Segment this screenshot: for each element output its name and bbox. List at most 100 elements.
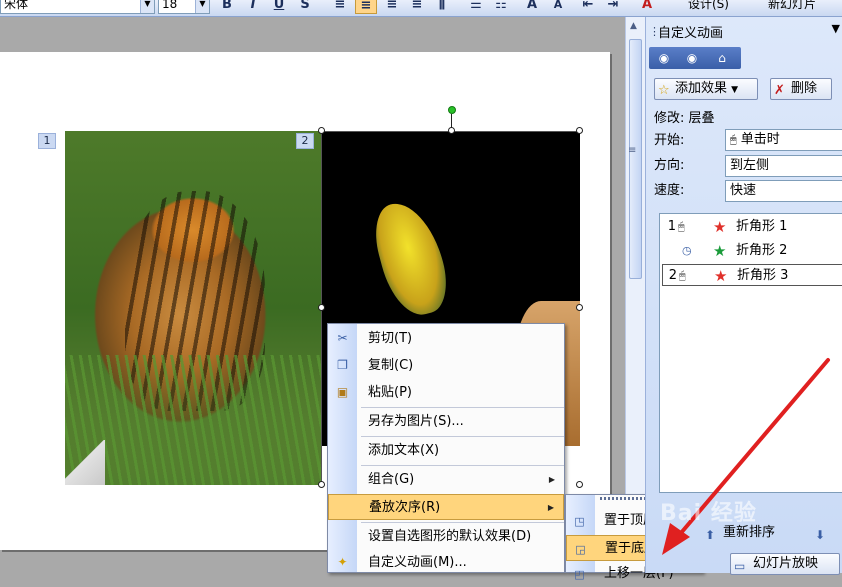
justify-icon[interactable]: ≡ [407, 0, 427, 14]
bullet-list-icon[interactable]: ☷ [491, 0, 511, 14]
menu-item-default-effect[interactable]: 设置自选图形的默认效果(D) [328, 524, 564, 550]
slideshow-label: 幻灯片放映 [753, 556, 819, 571]
align-left-icon[interactable]: ≡ [330, 0, 350, 14]
underline-button[interactable]: U [270, 0, 288, 14]
menu-item-custom-animation[interactable]: ✦ 自定义动画(M)... [328, 550, 564, 576]
align-right-icon[interactable]: ≡ [382, 0, 402, 14]
bring-to-front-icon: ◳ [574, 515, 585, 528]
effect-star-icon: ★ [713, 218, 727, 236]
font-name-combo[interactable]: 宋体 ▼ [0, 0, 155, 14]
menu-item-label: 叠放次序(R) [369, 500, 441, 515]
context-menu: ✂ 剪切(T) ❐ 复制(C) ▣ 粘贴(P) 另存为图片(S)... 添加文本… [327, 323, 565, 573]
font-size-value: 18 [162, 0, 178, 11]
speed-select[interactable]: 快速 [725, 180, 842, 202]
increase-indent-icon[interactable]: ⇥ [603, 0, 623, 14]
shadow-button[interactable]: S [296, 0, 314, 14]
pane-title-text: 自定义动画 [658, 26, 724, 41]
animation-name: 折角形 2 [736, 243, 788, 258]
formatting-toolbar: 宋体 ▼ 18 ▼ B I U S ≡ ≡ ≡ ≡ ⫼ ☰ ☷ A A ⇤ ⇥ … [0, 0, 842, 17]
resize-handle[interactable] [576, 304, 583, 311]
new-slide-button[interactable]: 新幻灯片 [768, 0, 816, 14]
bold-button[interactable]: B [218, 0, 236, 14]
copy-icon: ❐ [337, 358, 348, 372]
animation-badge: 1 [38, 133, 56, 149]
home-icon[interactable]: ⌂ [713, 50, 731, 66]
decrease-font-icon[interactable]: A [548, 0, 568, 14]
menu-separator [361, 465, 564, 466]
animation-item[interactable]: 2 🖱 ★ 折角形 3 [662, 264, 842, 286]
menu-item-save-as-picture[interactable]: 另存为图片(S)... [328, 409, 564, 435]
italic-button[interactable]: I [244, 0, 262, 14]
menu-item-label: 复制(C) [368, 358, 414, 373]
menu-item-group[interactable]: 组合(G) ▶ [328, 467, 564, 493]
chevron-down-icon[interactable]: ▼ [140, 0, 154, 13]
animation-name: 折角形 3 [737, 268, 789, 283]
bring-forward-icon: ◰ [574, 568, 585, 581]
add-effect-button[interactable]: ☆ 添加效果 ▼ [654, 78, 758, 100]
add-effect-label: 添加效果 [675, 81, 728, 96]
folded-corner-shape [65, 440, 105, 485]
effect-star-icon: ★ [714, 267, 728, 285]
start-label: 开始: [654, 133, 685, 148]
star-icon: ☆ [658, 83, 670, 98]
menu-item-label: 设置自选图形的默认效果(D) [368, 529, 532, 544]
tiger-picture[interactable] [65, 131, 321, 485]
resize-handle[interactable] [318, 304, 325, 311]
delete-label: 删除 [791, 81, 818, 96]
scroll-thumb[interactable] [629, 39, 642, 279]
parrot-shape [367, 195, 455, 322]
font-color-icon[interactable]: A [638, 0, 656, 14]
menu-item-add-text[interactable]: 添加文本(X) [328, 438, 564, 464]
increase-font-icon[interactable]: A [522, 0, 542, 14]
delete-icon: ✗ [774, 83, 785, 98]
font-size-combo[interactable]: 18 ▼ [158, 0, 210, 14]
align-center-icon[interactable]: ≡ [355, 0, 377, 14]
numbered-list-icon[interactable]: ☰ [466, 0, 486, 14]
back-icon[interactable]: ◉ [655, 50, 673, 66]
menu-item-label: 剪切(T) [368, 331, 413, 346]
columns-icon[interactable]: ⫼ [432, 0, 452, 14]
start-value: 单击时 [740, 132, 780, 147]
submenu-arrow-icon: ▶ [548, 475, 555, 484]
paste-icon: ▣ [336, 385, 349, 399]
pane-navigation: ◉ ◉ ⌂ [649, 47, 741, 69]
delete-button[interactable]: ✗ 删除 [770, 78, 832, 100]
resize-handle[interactable] [318, 481, 325, 488]
pane-splitter-icon[interactable]: ≡ [628, 145, 636, 156]
menu-item-cut[interactable]: ✂ 剪切(T) [328, 326, 564, 352]
slideshow-button[interactable]: ▭ 幻灯片放映 [730, 553, 840, 575]
resize-handle[interactable] [576, 481, 583, 488]
chevron-down-icon[interactable]: ▼ [832, 22, 840, 35]
resize-handle[interactable] [576, 127, 583, 134]
animation-order: 1 [667, 219, 676, 234]
menu-item-label: 另存为图片(S)... [368, 414, 464, 429]
send-to-back-icon: ◲ [575, 543, 586, 556]
animation-icon: ✦ [337, 555, 348, 569]
scissors-icon: ✂ [337, 331, 348, 345]
grip-icon[interactable]: ⋮ [649, 25, 660, 38]
mouse-icon: 🖱 [730, 133, 737, 146]
direction-select[interactable]: 到左侧 [725, 155, 842, 177]
rotation-handle[interactable] [448, 106, 456, 114]
menu-item-label: 粘贴(P) [368, 385, 412, 400]
resize-handle[interactable] [318, 127, 325, 134]
scroll-up-icon[interactable]: ▲ [630, 21, 637, 31]
menu-item-order[interactable]: 叠放次序(R) ▶ [328, 494, 564, 520]
decrease-indent-icon[interactable]: ⇤ [578, 0, 598, 14]
modify-label: 修改: 层叠 [654, 111, 715, 126]
design-button[interactable]: 设计(S) [688, 0, 729, 14]
menu-item-paste[interactable]: ▣ 粘贴(P) [328, 380, 564, 406]
start-select[interactable]: 🖱 单击时 [725, 129, 842, 151]
menu-item-copy[interactable]: ❐ 复制(C) [328, 353, 564, 379]
chevron-down-icon: ▼ [731, 85, 739, 95]
chevron-down-icon[interactable]: ▼ [195, 0, 209, 13]
resize-handle[interactable] [448, 127, 455, 134]
clock-icon: ◷ [682, 244, 692, 257]
animation-item[interactable]: 1 🖱 ★ 折角形 1 [662, 216, 842, 238]
mouse-icon: 🖱 [678, 220, 685, 233]
forward-icon[interactable]: ◉ [683, 50, 701, 66]
submenu-arrow-icon: ▶ [547, 503, 554, 512]
menu-separator [361, 436, 564, 437]
mouse-icon: 🖱 [679, 269, 686, 282]
animation-item[interactable]: ◷ ★ 折角形 2 [662, 240, 842, 262]
